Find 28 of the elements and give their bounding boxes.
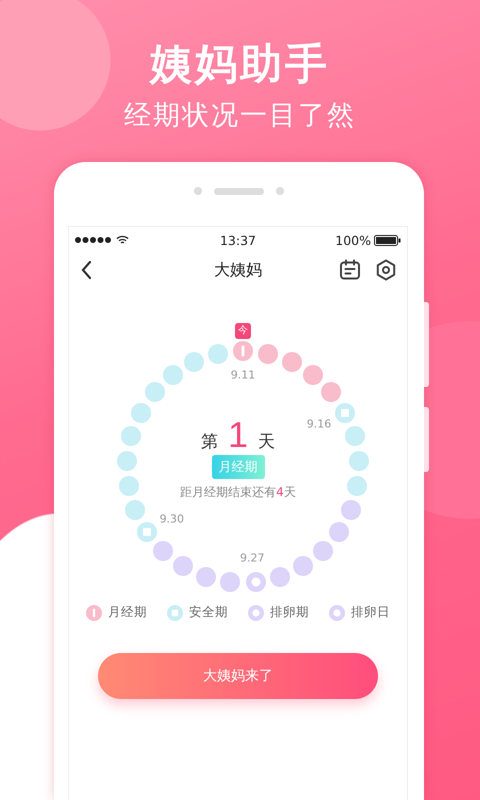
day-prefix: 第 xyxy=(200,431,218,453)
tagline: 经期状况一目了然 xyxy=(124,99,356,133)
date-label: 9.11 xyxy=(230,368,256,382)
legend-label: 月经期 xyxy=(108,604,147,621)
date-label: 9.30 xyxy=(160,512,184,526)
date-label: 9.16 xyxy=(306,417,332,430)
headline: 姨妈助手 xyxy=(150,38,330,90)
battery-icon xyxy=(374,234,401,246)
speaker-icon xyxy=(214,188,264,194)
signal-icon xyxy=(75,237,113,243)
status-time: 13:37 xyxy=(220,232,256,248)
day-suffix: 天 xyxy=(258,431,276,453)
wifi-icon xyxy=(116,235,129,245)
battery-percent: 100% xyxy=(335,232,371,248)
legend-label: 排卵日 xyxy=(351,604,390,621)
remaining-days-text: 距月经期结束还有4天 xyxy=(180,484,296,501)
settings-button[interactable] xyxy=(375,259,397,281)
legend-label: 排卵期 xyxy=(270,604,309,621)
camera-icon xyxy=(194,187,202,195)
day-number: 1 xyxy=(228,415,248,455)
phase-tag: 月经期 xyxy=(212,455,264,479)
nav-title: 大姨妈 xyxy=(214,260,262,278)
sensor-icon xyxy=(276,187,284,195)
date-label: 9.27 xyxy=(240,552,265,565)
today-badge: 今 xyxy=(235,323,251,339)
calendar-button[interactable] xyxy=(339,259,361,281)
legend-label: 安全期 xyxy=(189,604,228,621)
period-started-button[interactable]: 大姨妈来了 xyxy=(98,653,378,699)
